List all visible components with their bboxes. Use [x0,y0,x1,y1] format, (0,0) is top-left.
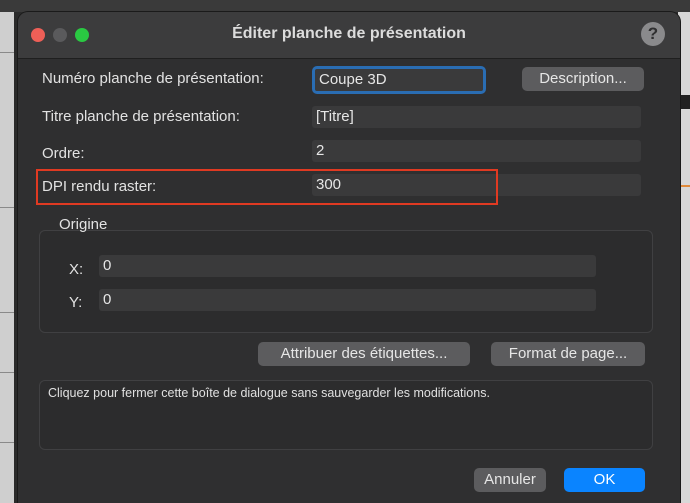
help-button[interactable]: ? [641,22,665,46]
sheet-title-label: Titre planche de présentation: [42,108,240,125]
origin-y-input[interactable]: 0 [99,289,596,311]
origin-group-title: Origine [59,216,108,233]
dialog-titlebar: Éditer planche de présentation ? [18,12,680,59]
order-label: Ordre: [42,145,85,162]
ok-button[interactable]: OK [564,468,645,492]
dialog-title: Éditer planche de présentation [232,25,466,42]
order-input[interactable]: 2 [312,140,641,162]
help-message-text: Cliquez pour fermer cette boîte de dialo… [48,386,490,400]
origin-group [39,230,653,333]
background-app-ruler [0,12,14,503]
origin-x-input[interactable]: 0 [99,255,596,277]
assign-labels-button[interactable]: Attribuer des étiquettes... [258,342,470,366]
origin-x-label: X: [69,261,84,278]
cancel-button[interactable]: Annuler [474,468,546,492]
annotation-highlight-box [36,169,498,205]
edit-sheet-dialog: Éditer planche de présentation ? Numéro … [18,12,680,503]
sheet-title-input[interactable]: [Titre] [312,106,641,128]
sheet-number-input[interactable]: Coupe 3D [312,66,486,94]
background-app-toolbar [0,0,690,12]
sheet-number-label: Numéro planche de présentation: [42,70,264,87]
origin-y-label: Y: [69,294,83,311]
description-button[interactable]: Description... [522,67,644,91]
page-format-button[interactable]: Format de page... [491,342,645,366]
